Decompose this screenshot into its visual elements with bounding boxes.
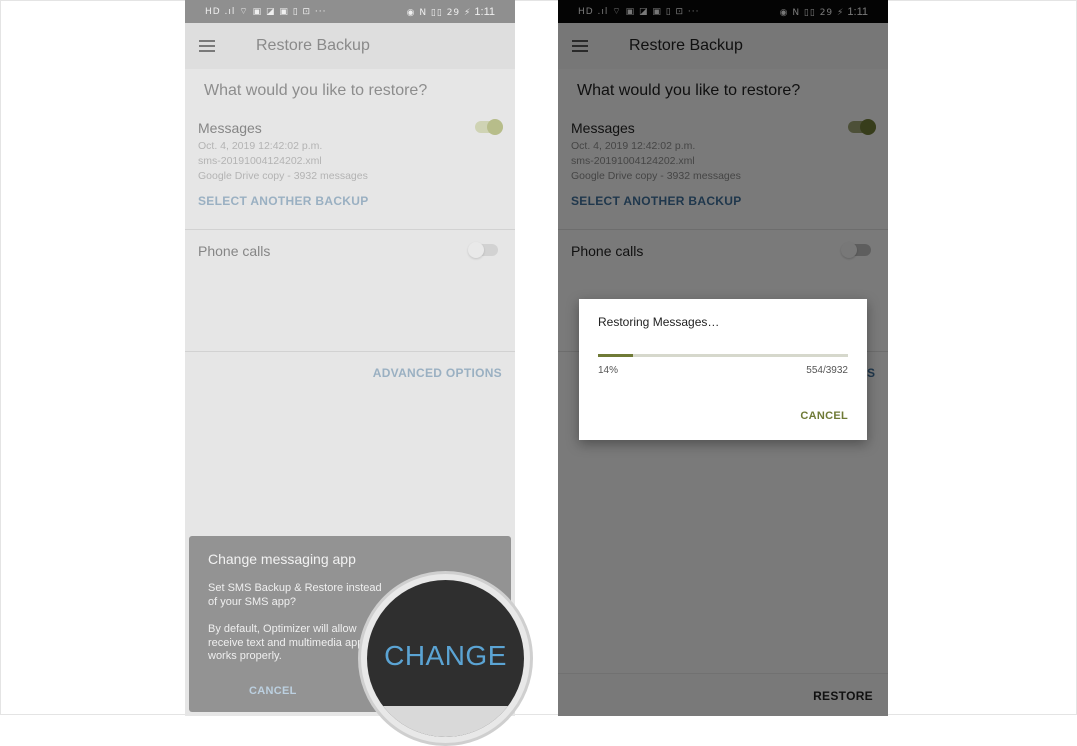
messages-title: Messages — [198, 120, 262, 136]
toggle-knob — [468, 242, 484, 258]
right-phone-screen: HD .ıl ⌔ ▣ ◪ ▣ ▯ ⊡ ··· ◉ N ▯▯ 29 ⚡ 1:11 … — [558, 0, 888, 716]
status-bar: HD .ıl ⌔ ▣ ◪ ▣ ▯ ⊡ ··· ◉ N ▯▯ 29 ⚡ 1:11 — [185, 0, 515, 23]
dialog-message: Set SMS Backup & Restore instead of your… — [208, 582, 382, 608]
change-button[interactable]: CHANGE — [367, 640, 524, 672]
app-bar: Restore Backup — [185, 23, 515, 69]
status-right: ◉ N ▯▯ 29 ⚡ 1:11 — [407, 6, 495, 18]
restore-question: What would you like to restore? — [204, 82, 428, 99]
dialog-title: Change messaging app — [208, 551, 356, 567]
backup-source: Google Drive copy - 3932 messages — [198, 170, 368, 182]
backup-file: sms-20191004124202.xml — [198, 155, 322, 167]
status-time: 1:11 — [474, 5, 495, 18]
phone-calls-toggle[interactable] — [468, 242, 498, 258]
messages-toggle[interactable] — [475, 119, 503, 135]
progress-fill — [598, 354, 633, 357]
phone-calls-title: Phone calls — [198, 243, 271, 259]
select-another-backup-link[interactable]: SELECT ANOTHER BACKUP — [198, 194, 369, 208]
dialog-title: Restoring Messages… — [598, 315, 720, 329]
cancel-button[interactable]: CANCEL — [800, 410, 848, 422]
toggle-knob — [487, 119, 503, 135]
magnified-area: CHANGE — [367, 580, 524, 737]
status-icons-left: HD .ıl ⌔ ▣ ◪ ▣ ▯ ⊡ ··· — [205, 7, 327, 17]
cancel-button[interactable]: CANCEL — [249, 685, 297, 697]
magnifier-callout: CHANGE — [358, 571, 533, 746]
hamburger-menu-icon[interactable] — [199, 37, 215, 55]
divider — [185, 229, 515, 230]
backup-date: Oct. 4, 2019 12:42:02 p.m. — [198, 140, 323, 152]
progress-count: 554/3932 — [806, 365, 848, 376]
restore-progress-dialog: Restoring Messages… 14% 554/3932 CANCEL — [579, 299, 867, 440]
advanced-options-button[interactable]: ADVANCED OPTIONS — [373, 366, 502, 380]
app-title: Restore Backup — [256, 37, 370, 54]
status-icons-right: ◉ N ▯▯ 29 ⚡ — [406, 7, 472, 18]
progress-bar — [598, 354, 848, 357]
screenshot-frame — [0, 0, 1077, 715]
divider — [185, 351, 515, 352]
magnified-bottom — [367, 706, 524, 737]
progress-percent: 14% — [598, 365, 619, 376]
